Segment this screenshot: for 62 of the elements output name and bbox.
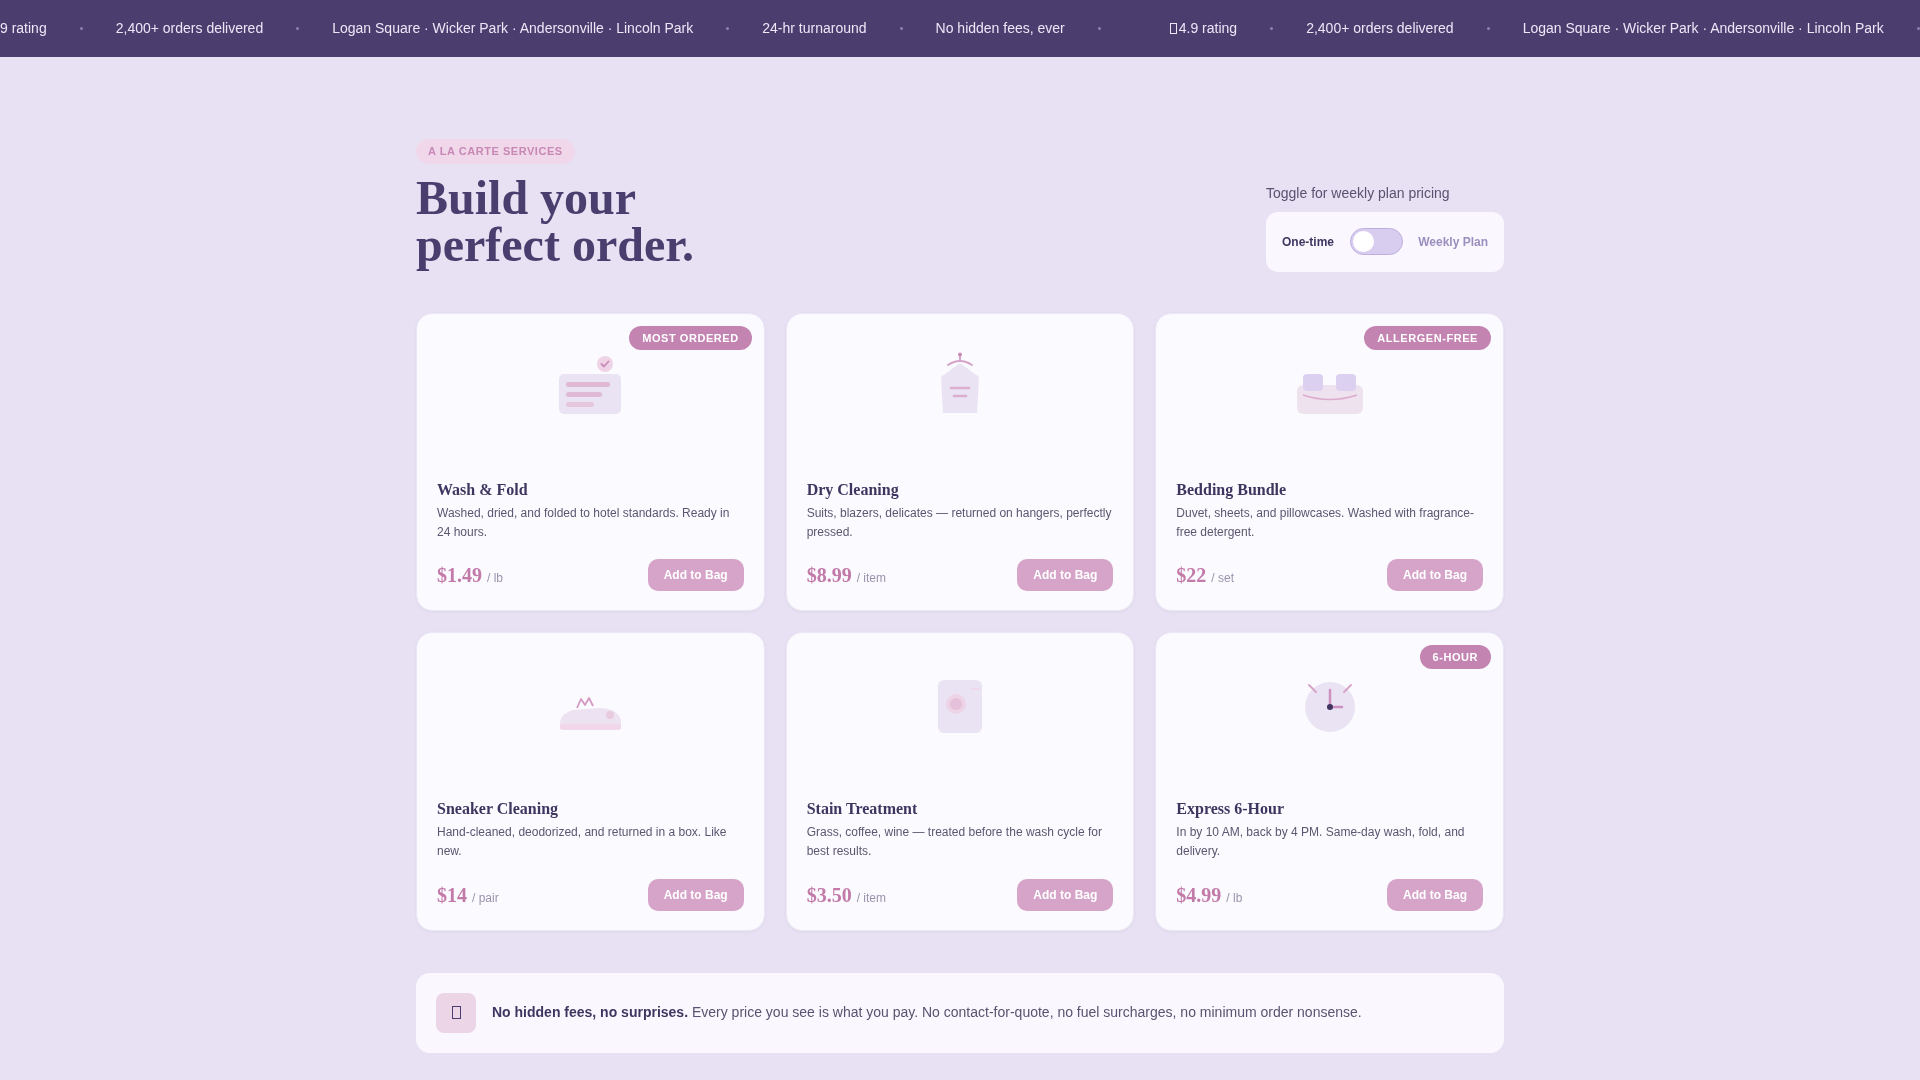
add-to-bag-button[interactable]: Add to Bag <box>1387 559 1483 592</box>
service-title: Express 6-Hour <box>1176 799 1286 820</box>
category-tag: A LA CARTE SERVICES <box>416 138 575 164</box>
ticker-text: 9 rating <box>0 19 47 38</box>
add-to-bag-button[interactable]: Add to Bag <box>647 559 744 592</box>
sneaker-icon <box>558 695 622 731</box>
service-price: $3.50 <box>806 882 852 907</box>
add-to-bag-button[interactable]: Add to Bag <box>647 878 744 911</box>
ticker-text: 24-hr turnaround <box>762 19 867 38</box>
alarm-clock-icon <box>1303 681 1356 734</box>
toggle-caption: Toggle for weekly plan pricing <box>1266 183 1450 203</box>
price-unit: / item <box>856 889 886 907</box>
service-title: Dry Cleaning <box>806 479 900 500</box>
ticker-text: Logan Square · Wicker Park · Andersonville · Lincoln Park <box>332 19 694 38</box>
price-unit: / lb <box>487 570 503 588</box>
service-title: Sneaker Cleaning <box>437 799 560 820</box>
ticker-text: 2,400+ orders delivered <box>1306 19 1454 38</box>
price-unit: / pair <box>472 889 499 907</box>
service-price: $4.99 <box>1176 882 1222 907</box>
bed-icon <box>1296 373 1363 414</box>
washing-machine-icon <box>938 680 982 734</box>
dot-separator-icon <box>1486 27 1490 30</box>
toggle-option-label: One-time <box>1282 233 1334 251</box>
price-unit: / lb <box>1226 889 1243 907</box>
card-badge: MOST ORDERED <box>629 325 752 350</box>
add-to-bag-button[interactable]: Add to Bag <box>1017 878 1114 911</box>
box-outline-icon <box>436 992 476 1033</box>
price-unit: / item <box>856 570 886 588</box>
dot-separator-icon <box>899 27 903 30</box>
card-badge: 6-HOUR <box>1419 645 1491 670</box>
ticker-text: 4.9 rating <box>1178 19 1238 38</box>
ticker-text: 2,400+ orders delivered <box>115 19 264 38</box>
ticker-text: No hidden fees, ever <box>935 19 1065 38</box>
service-title: Stain Treatment <box>806 799 919 820</box>
dot-separator-icon <box>1270 27 1274 30</box>
service-price: $1.49 <box>437 563 482 588</box>
add-to-bag-button[interactable]: Add to Bag <box>1017 559 1114 592</box>
ticker-text: Logan Square · Wicker Park · Andersonville · Lincoln Park <box>1522 19 1884 38</box>
service-price: $8.99 <box>806 563 852 588</box>
service-description: Washed, dried, and folded to hotel standards. Ready in 24 hours. <box>437 504 731 541</box>
service-description: Hand-cleaned, deodorized, and returned in a box. Like new. <box>437 824 728 861</box>
service-description: Grass, coffee, wine — treated before the wash cycle for best results. <box>806 824 1103 861</box>
add-to-bag-button[interactable]: Add to Bag <box>1387 878 1483 911</box>
toggle-option-label: Weekly Plan <box>1418 233 1488 251</box>
service-description: Suits, blazers, delicates — returned on hangers, perfectly pressed. <box>806 504 1113 541</box>
card-badge: ALLERGEN-FREE <box>1364 325 1491 350</box>
service-title: Bedding Bundle <box>1176 479 1288 500</box>
dot-separator-icon <box>296 27 300 30</box>
service-price: $22 <box>1176 563 1207 588</box>
service-price: $14 <box>437 882 467 907</box>
price-unit: / set <box>1211 570 1234 588</box>
plan-toggle-switch[interactable] <box>1349 228 1403 256</box>
folded-laundry-icon <box>559 354 622 414</box>
dot-separator-icon <box>1097 27 1101 30</box>
service-title: Wash & Fold <box>437 479 529 500</box>
dot-separator-icon <box>79 27 83 30</box>
service-description: In by 10 AM, back by 4 PM. Same-day wash, fold, and delivery. <box>1176 824 1466 861</box>
garment-bag-icon <box>940 351 980 414</box>
dot-separator-icon <box>1916 27 1920 30</box>
service-description: Duvet, sheets, and pillowcases. Washed with fragrance-free detergent. <box>1176 504 1476 541</box>
banner-text: No hidden fees, no surprises. Every price you see is what you pay. No contact-for-quote, no fuel surcharges, no minimum order nonsense. <box>492 1003 1362 1022</box>
dot-separator-icon <box>726 27 730 30</box>
